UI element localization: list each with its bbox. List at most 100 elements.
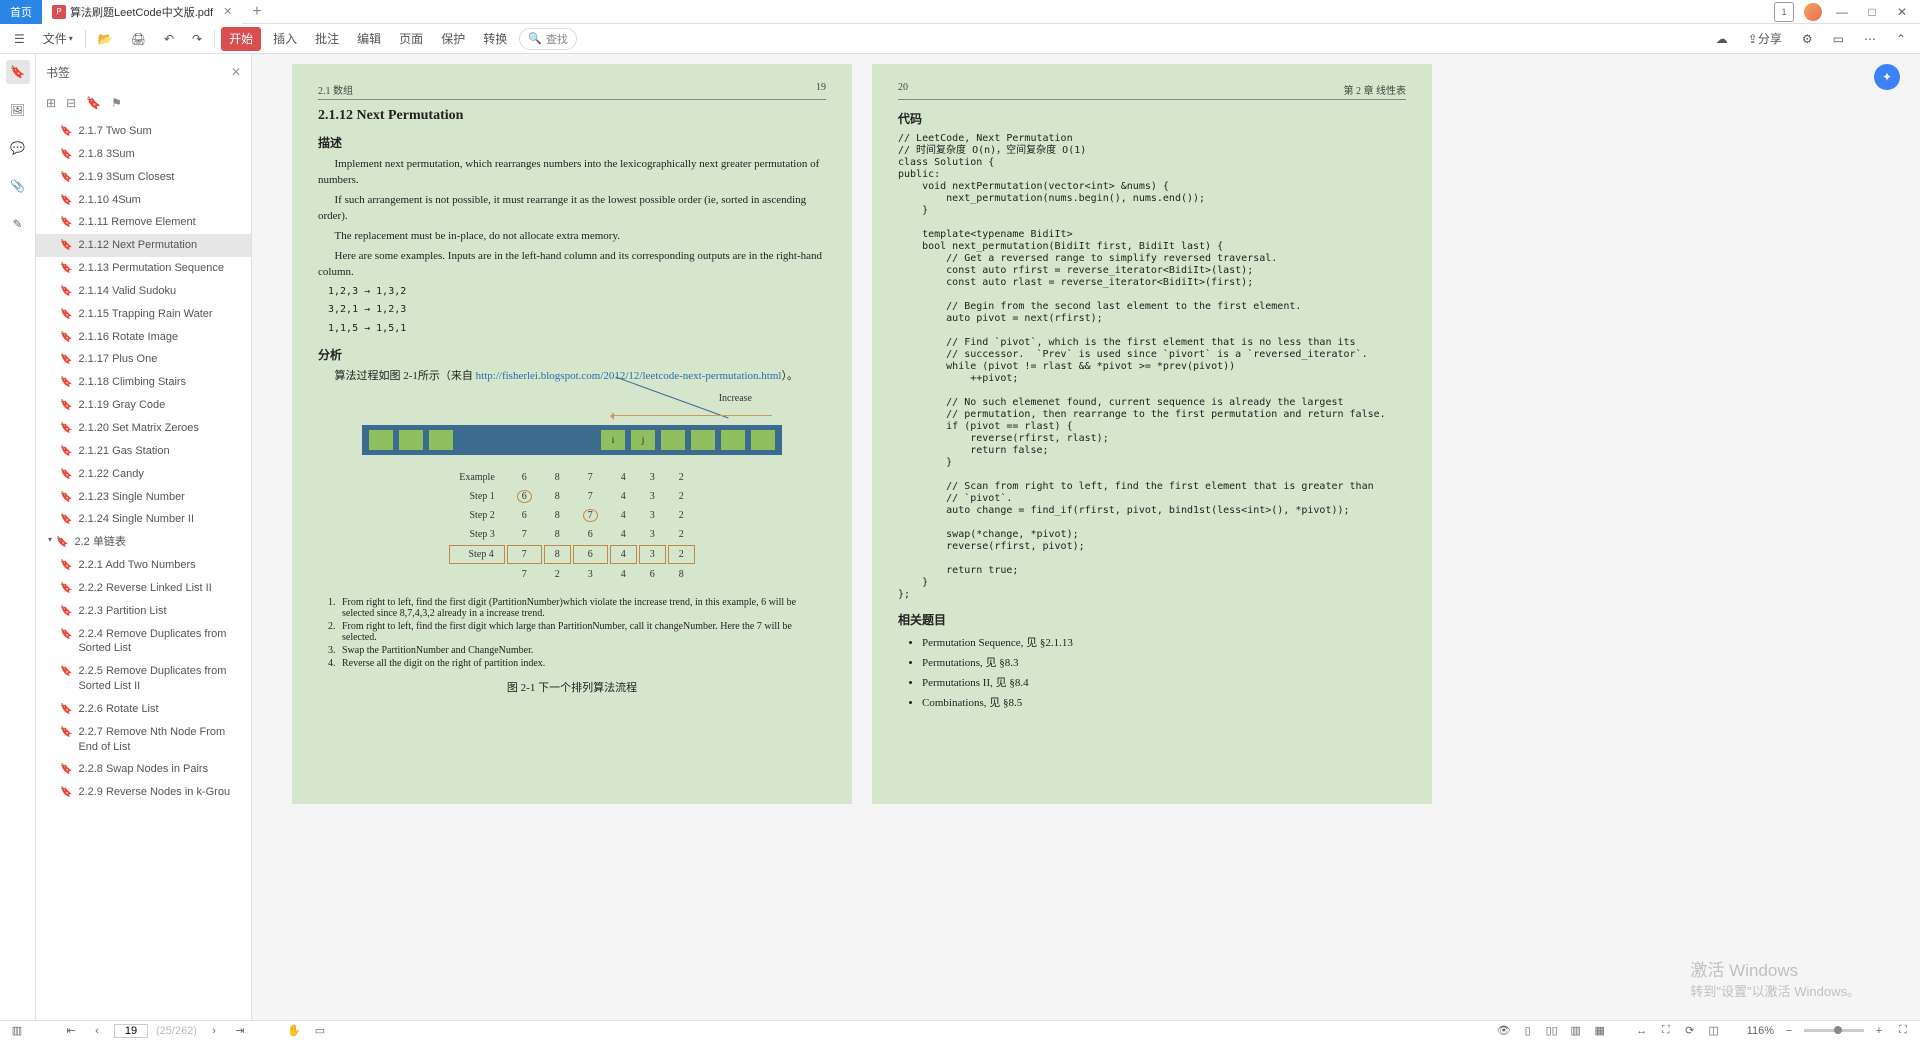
maximize-icon[interactable]: □ [1862, 2, 1882, 22]
viewer[interactable]: 2.1 数组19 2.1.12 Next Permutation 描述 Impl… [252, 54, 1920, 1020]
fullscreen-icon[interactable]: ⛶ [1894, 1024, 1912, 1037]
eye-icon[interactable]: 👁 [1495, 1024, 1513, 1037]
more-icon[interactable]: ⋯ [1858, 27, 1882, 51]
search-input[interactable]: 🔍 查找 [519, 28, 577, 50]
separator [85, 30, 86, 48]
hamburger-icon[interactable]: ☰ [8, 27, 31, 51]
bookmark-item[interactable]: 🔖2.2.3 Partition List [36, 600, 251, 623]
minimize-icon[interactable]: — [1832, 2, 1852, 22]
bookmark-item[interactable]: 🔖2.2.1 Add Two Numbers [36, 554, 251, 577]
bookmark-item[interactable]: 🔖2.2.2 Reverse Linked List II [36, 577, 251, 600]
chevron-up-icon[interactable]: ⌃ [1890, 27, 1912, 51]
bookmark-item[interactable]: ▾🔖2.2 单链表 [36, 531, 251, 554]
select-icon[interactable]: ▭ [311, 1024, 329, 1037]
bookmark-item[interactable]: 🔖2.1.13 Permutation Sequence [36, 257, 251, 280]
bookmark-item[interactable]: 🔖2.2.4 Remove Duplicates from Sorted Lis… [36, 623, 251, 661]
menu-file[interactable]: 文件 ▾ [37, 27, 79, 51]
bookmark-item[interactable]: 🔖2.1.18 Climbing Stairs [36, 371, 251, 394]
bookmark-flag-icon[interactable]: ⚑ [111, 96, 122, 110]
separator [214, 30, 215, 48]
close-icon[interactable]: ✕ [223, 5, 232, 18]
bookmark-item[interactable]: 🔖2.1.17 Plus One [36, 348, 251, 371]
sidetab-attachment[interactable]: 📎 [6, 174, 30, 198]
menu-insert[interactable]: 插入 [267, 27, 303, 51]
menu-start[interactable]: 开始 [221, 27, 261, 51]
view-twocont-icon[interactable]: ▦ [1591, 1024, 1609, 1037]
bookmarks-title: 书签 [46, 64, 70, 81]
page-right: 20第 2 章 线性表 代码 // LeetCode, Next Permuta… [872, 64, 1432, 804]
bookmarks-list: 🔖2.1.7 Two Sum🔖2.1.8 3Sum🔖2.1.9 3Sum Clo… [36, 116, 251, 1020]
menu-convert[interactable]: 转换 [477, 27, 513, 51]
bookmark-item[interactable]: 🔖2.1.8 3Sum [36, 143, 251, 166]
sidetab-thumbnail[interactable]: 🖼 [6, 98, 30, 122]
bookmark-item[interactable]: 🔖2.1.16 Rotate Image [36, 326, 251, 349]
menu-annotate[interactable]: 批注 [309, 27, 345, 51]
crop-icon[interactable]: ◫ [1705, 1024, 1723, 1037]
collapse-all-icon[interactable]: ⊟ [66, 96, 76, 110]
menu-page[interactable]: 页面 [393, 27, 429, 51]
bookmarks-panel: 书签 ✕ ⊞ ⊟ 🔖 ⚑ 🔖2.1.7 Two Sum🔖2.1.8 3Sum🔖2… [36, 54, 252, 1020]
cloud-icon[interactable]: ☁ [1710, 27, 1734, 51]
side-tabs: 🔖 🖼 💬 📎 ✎ [0, 54, 36, 1020]
menu-protect[interactable]: 保护 [435, 27, 471, 51]
avatar[interactable] [1804, 3, 1822, 21]
gear-icon[interactable]: ⚙ [1796, 27, 1819, 51]
bookmark-item[interactable]: 🔖2.1.23 Single Number [36, 486, 251, 509]
last-page-icon[interactable]: ⇥ [231, 1024, 249, 1037]
sidetab-comment[interactable]: 💬 [6, 136, 30, 160]
bookmark-item[interactable]: 🔖2.1.12 Next Permutation [36, 234, 251, 257]
bookmark-item[interactable]: 🔖2.1.9 3Sum Closest [36, 166, 251, 189]
tab-add[interactable]: + [242, 0, 271, 24]
bookmark-item[interactable]: 🔖2.1.7 Two Sum [36, 120, 251, 143]
sidetab-sign[interactable]: ✎ [6, 212, 30, 236]
bookmark-item[interactable]: 🔖2.1.14 Valid Sudoku [36, 280, 251, 303]
window-close-icon[interactable]: ✕ [1892, 2, 1912, 22]
view-two-icon[interactable]: ▥ [1567, 1024, 1585, 1037]
tab-file[interactable]: P 算法刷题LeetCode中文版.pdf ✕ [42, 0, 242, 24]
hand-icon[interactable]: ✋ [285, 1024, 303, 1037]
rotate-icon[interactable]: ⟳ [1681, 1024, 1699, 1037]
bookmark-item[interactable]: 🔖2.2.8 Swap Nodes in Pairs [36, 758, 251, 781]
next-page-icon[interactable]: › [205, 1025, 223, 1037]
sidetab-bookmark[interactable]: 🔖 [6, 60, 30, 84]
bookmark-item[interactable]: 🔖2.1.24 Single Number II [36, 508, 251, 531]
bookmark-item[interactable]: 🔖2.1.20 Set Matrix Zeroes [36, 417, 251, 440]
menu-edit[interactable]: 编辑 [351, 27, 387, 51]
zoom-level: 116% [1747, 1025, 1774, 1037]
zoom-out-icon[interactable]: − [1780, 1025, 1798, 1037]
fit-page-icon[interactable]: ⛶ [1657, 1024, 1675, 1037]
first-page-icon[interactable]: ⇤ [62, 1024, 80, 1037]
bookmark-item[interactable]: 🔖2.2.6 Rotate List [36, 698, 251, 721]
bookmark-item[interactable]: 🔖2.1.22 Candy [36, 463, 251, 486]
assistant-button[interactable]: ✦ [1874, 64, 1900, 90]
redo-icon[interactable]: ↷ [186, 27, 208, 51]
bookmark-item[interactable]: 🔖2.1.15 Trapping Rain Water [36, 303, 251, 326]
prev-page-icon[interactable]: ‹ [88, 1025, 106, 1037]
bookmark-item[interactable]: 🔖2.1.21 Gas Station [36, 440, 251, 463]
fit-width-icon[interactable]: ↔ [1633, 1025, 1651, 1037]
share-button[interactable]: ⇪ 分享 [1742, 27, 1788, 51]
expand-all-icon[interactable]: ⊞ [46, 96, 56, 110]
bookmark-item[interactable]: 🔖2.2.7 Remove Nth Node From End of List [36, 721, 251, 759]
panel-toggle-icon[interactable]: ▥ [8, 1024, 26, 1037]
badge-icon[interactable]: 1 [1774, 2, 1794, 22]
bookmark-item[interactable]: 🔖2.1.10 4Sum [36, 189, 251, 212]
undo-icon[interactable]: ↶ [158, 27, 180, 51]
zoom-slider[interactable] [1804, 1029, 1864, 1032]
window-icon[interactable]: ▭ [1827, 27, 1850, 51]
bookmark-add-icon[interactable]: 🔖 [86, 96, 101, 110]
view-cont-icon[interactable]: ▯▯ [1543, 1024, 1561, 1037]
code-block: // LeetCode, Next Permutation // 时间复杂度 O… [898, 133, 1406, 601]
bookmark-item[interactable]: 🔖2.2.5 Remove Duplicates from Sorted Lis… [36, 660, 251, 698]
diagram: Increase ij Example687432Step 1687432Ste… [318, 425, 826, 695]
close-panel-icon[interactable]: ✕ [231, 65, 241, 79]
bookmark-item[interactable]: 🔖2.1.19 Gray Code [36, 394, 251, 417]
open-icon[interactable]: 📂 [92, 27, 119, 51]
page-input[interactable] [114, 1024, 148, 1038]
bookmark-item[interactable]: 🔖2.1.11 Remove Element [36, 211, 251, 234]
print-icon[interactable]: 🖨 [125, 27, 152, 51]
bookmark-item[interactable]: 🔖2.2.9 Reverse Nodes in k-Grou [36, 781, 251, 804]
view-single-icon[interactable]: ▯ [1519, 1024, 1537, 1037]
tab-home[interactable]: 首页 [0, 0, 42, 24]
zoom-in-icon[interactable]: + [1870, 1025, 1888, 1037]
